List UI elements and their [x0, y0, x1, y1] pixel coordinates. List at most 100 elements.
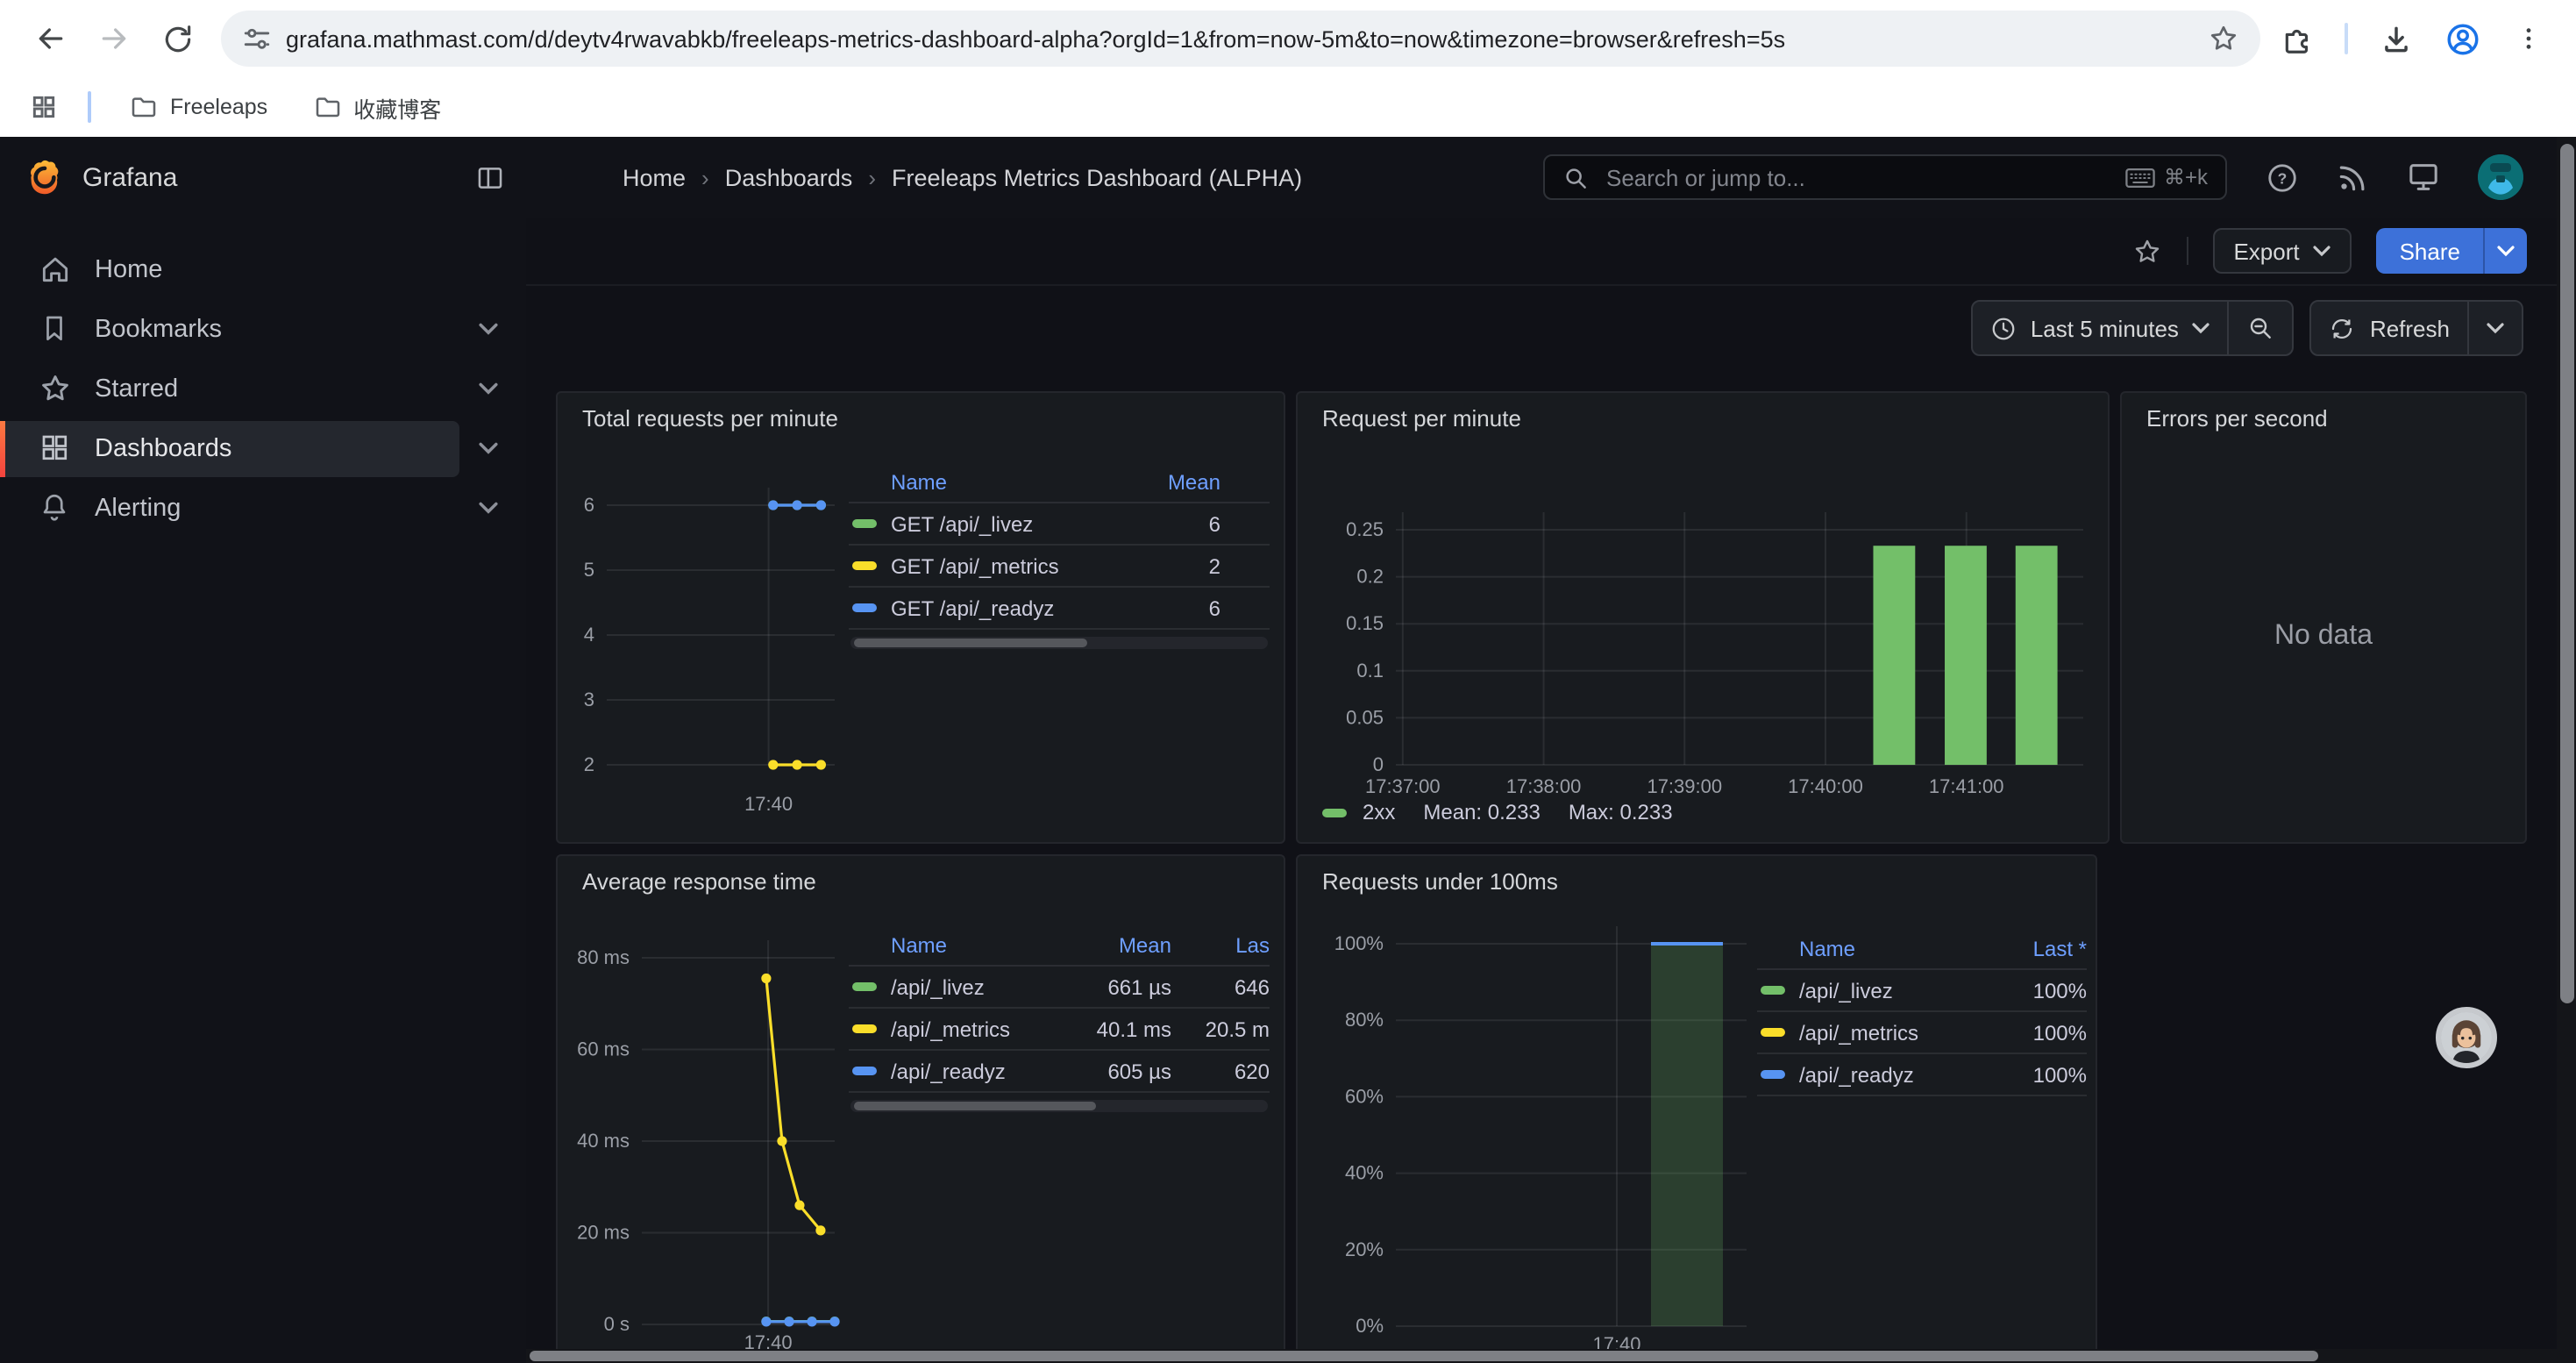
help-icon[interactable]: ?	[2266, 161, 2299, 194]
legend-scrollbar-thumb[interactable]	[854, 1102, 1096, 1110]
sidebar-item-home[interactable]: Home	[0, 242, 526, 298]
series-name: GET /api/_livez	[891, 511, 1115, 536]
export-button[interactable]: Export	[2212, 228, 2352, 274]
series-stat: Max: 0.233	[1569, 800, 1673, 824]
legend-column-header[interactable]: Mean	[1035, 933, 1171, 958]
legend-scrollbar-thumb[interactable]	[854, 639, 1087, 647]
series-value: 100%	[1992, 1062, 2087, 1087]
svg-text:0.2: 0.2	[1356, 566, 1384, 588]
series-name: /api/_metrics	[1799, 1020, 1992, 1045]
search-input[interactable]	[1603, 162, 2125, 192]
legend-row[interactable]: GET /api/_readyz6	[849, 588, 1270, 630]
bookmark-item[interactable]: 收藏博客	[299, 85, 455, 129]
series-name: /api/_readyz	[1799, 1062, 1992, 1087]
legend-row[interactable]: GET /api/_metrics2	[849, 546, 1270, 588]
legend-row[interactable]: /api/_readyz100%	[1757, 1054, 2087, 1096]
legend-row[interactable]: /api/_livez100%	[1757, 970, 2087, 1012]
time-range-group: Last 5 minutes	[1971, 300, 2295, 356]
chart-plot[interactable]: 0.250.20.150.10.05017:37:0017:38:0017:39…	[1298, 393, 2110, 844]
bookmark-item[interactable]: Freeleaps	[116, 88, 281, 126]
svg-text:0.15: 0.15	[1346, 612, 1384, 634]
series-value: 2	[1115, 553, 1270, 578]
vertical-scrollbar[interactable]	[2557, 137, 2576, 1363]
bookmark-star-icon[interactable]	[2208, 23, 2239, 54]
chevron-down-icon[interactable]	[479, 502, 498, 516]
search-box[interactable]: ⌘+k	[1543, 154, 2227, 200]
breadcrumb-item[interactable]: Home	[623, 164, 686, 190]
user-avatar[interactable]	[2478, 154, 2523, 200]
star-icon	[39, 372, 74, 407]
legend-table: NameMean GET /api/_livez6GET /api/_metric…	[849, 463, 1270, 630]
legend-column-header[interactable]: Las	[1171, 933, 1270, 958]
sidebar-item-dashboards[interactable]: Dashboards	[0, 421, 526, 477]
news-rss-icon[interactable]	[2336, 161, 2369, 194]
legend-column-header[interactable]: Mean	[1115, 470, 1270, 495]
legend-row[interactable]: /api/_metrics100%	[1757, 1012, 2087, 1054]
svg-text:?: ?	[2278, 168, 2288, 186]
legend-scrollbar[interactable]	[850, 1100, 1268, 1112]
share-dropdown-icon[interactable]	[2483, 228, 2527, 274]
share-button[interactable]: Share	[2377, 228, 2527, 274]
panel-p5: Requests under 100ms100%80%60%40%20%0%17…	[1296, 854, 2097, 1363]
extensions-icon[interactable]	[2278, 19, 2316, 58]
bookmarks-bar: Freeleaps 收藏博客	[0, 77, 2576, 139]
series-color-pill	[1761, 1028, 1785, 1037]
chevron-down-icon[interactable]	[479, 323, 498, 337]
floating-assistant-avatar[interactable]	[2436, 1007, 2497, 1068]
legend-table: NameLast */api/_livez100%/api/_metrics10…	[1757, 930, 2087, 1096]
apps-grid-icon[interactable]	[25, 88, 63, 126]
zoom-out-time-icon[interactable]	[2230, 302, 2293, 354]
dashboard-toolbar: Export Share	[526, 218, 2576, 286]
forward-icon[interactable]	[95, 19, 133, 58]
panel-p4: Average response time80 ms60 ms40 ms20 m…	[556, 854, 1285, 1363]
download-icon[interactable]	[2376, 19, 2415, 58]
site-settings-icon[interactable]	[242, 24, 272, 54]
back-icon[interactable]	[32, 19, 70, 58]
favorite-star-icon[interactable]	[2131, 236, 2161, 266]
sidebar-item-bookmarks[interactable]: Bookmarks	[0, 302, 526, 358]
menu-dots-icon[interactable]	[2509, 19, 2548, 58]
refresh-button[interactable]: Refresh	[2312, 302, 2467, 354]
url-text[interactable]: grafana.mathmast.com/d/deytv4rwavabkb/fr…	[286, 25, 2208, 52]
legend-column-header[interactable]: Name	[891, 933, 1035, 958]
series-name: /api/_livez	[891, 974, 1035, 999]
legend-row[interactable]: /api/_livez661 µs646	[849, 967, 1270, 1009]
collapse-sidebar-icon[interactable]	[475, 162, 505, 192]
grafana-header: Grafana Home›Dashboards›Freeleaps Metric…	[0, 137, 2576, 219]
series-value: 100%	[1992, 978, 2087, 1003]
horizontal-scrollbar-thumb[interactable]	[530, 1351, 2318, 1361]
series-color-pill	[852, 1067, 877, 1075]
monitor-icon[interactable]	[2406, 160, 2441, 195]
chevron-down-icon[interactable]	[479, 382, 498, 396]
refresh-interval-dropdown[interactable]	[2469, 302, 2522, 354]
time-range-picker[interactable]: Last 5 minutes	[1973, 302, 2228, 354]
legend-column-header[interactable]: Name	[891, 470, 1115, 495]
vertical-scrollbar-thumb[interactable]	[2559, 144, 2573, 1003]
url-bar[interactable]: grafana.mathmast.com/d/deytv4rwavabkb/fr…	[221, 11, 2260, 67]
legend-column-header[interactable]: Last *	[1992, 937, 2087, 961]
legend-row[interactable]: /api/_metrics40.1 ms20.5 m	[849, 1009, 1270, 1051]
grafana-logo-icon[interactable]	[25, 157, 65, 197]
chevron-down-icon[interactable]	[479, 442, 498, 456]
legend-row[interactable]: GET /api/_livez6	[849, 503, 1270, 546]
breadcrumb-item[interactable]: Dashboards	[725, 164, 853, 190]
svg-text:17:39:00: 17:39:00	[1647, 775, 1722, 797]
profile-icon[interactable]	[2443, 19, 2481, 58]
legend-column-header[interactable]: Name	[1799, 937, 1992, 961]
svg-text:5: 5	[584, 559, 594, 581]
toolbar-divider	[2345, 23, 2348, 54]
legend-scrollbar[interactable]	[850, 637, 1268, 649]
folder-icon	[313, 93, 341, 121]
bookmark-icon	[39, 312, 74, 347]
svg-text:17:38:00: 17:38:00	[1506, 775, 1582, 797]
sidebar-item-starred[interactable]: Starred	[0, 361, 526, 417]
sidebar: HomeBookmarksStarredDashboardsAlerting	[0, 218, 528, 1363]
legend-inline[interactable]: 2xxMean: 0.233Max: 0.233	[1322, 800, 1673, 824]
breadcrumb-separator: ›	[868, 164, 876, 190]
panel-title[interactable]: Errors per second	[2146, 405, 2328, 432]
horizontal-scrollbar[interactable]	[526, 1349, 2557, 1363]
grid-icon	[39, 432, 74, 467]
sidebar-item-alerting[interactable]: Alerting	[0, 481, 526, 537]
reload-icon[interactable]	[158, 19, 196, 58]
legend-row[interactable]: /api/_readyz605 µs620	[849, 1051, 1270, 1093]
